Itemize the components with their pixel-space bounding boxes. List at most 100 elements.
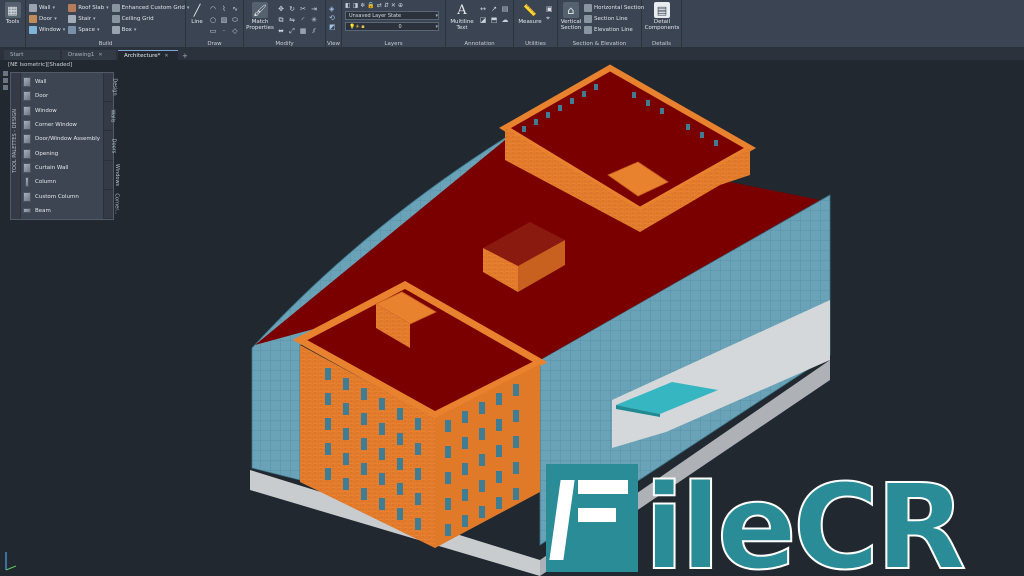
enhanced-custom-grid-button[interactable]: Enhanced Custom Grid ▾ — [111, 3, 189, 13]
tools-panel: ▦ Tools — [0, 0, 26, 48]
door-button[interactable]: Door ▾ — [29, 14, 65, 24]
array-icon[interactable]: ▦ — [298, 26, 308, 36]
utilities-panel: 📏 Measure ▣ ⌖ Utilities — [514, 0, 558, 48]
mirror-icon[interactable]: ⇋ — [287, 15, 297, 25]
roof-slab-button[interactable]: Roof Slab ▾ — [68, 3, 109, 13]
calculator-icon[interactable]: ▣ — [546, 5, 553, 13]
rectangle-icon[interactable]: ▭ — [208, 26, 218, 36]
filecr-watermark-logo: ileCR — [546, 457, 970, 576]
extend-icon[interactable]: ⇥ — [309, 4, 319, 14]
circle-icon[interactable]: ○ — [208, 15, 218, 25]
palette-item-opening[interactable]: Opening — [21, 146, 103, 160]
tab-start[interactable]: Start — [4, 50, 60, 60]
leader-icon[interactable]: ↗ — [489, 4, 499, 14]
table-icon[interactable]: ▤ — [500, 4, 510, 14]
tools-button[interactable]: ▦ Tools — [3, 2, 22, 48]
annotation-panel: A Multiline Text ↔ ↗ ▤ ◪ ⬒ ☁ Annotation — [446, 0, 514, 48]
door-icon — [29, 15, 37, 23]
id-point-icon[interactable]: ⌖ — [546, 14, 553, 23]
section-line-icon — [584, 15, 592, 23]
view-visual-style-icon[interactable]: ◩ — [329, 23, 336, 31]
draw-panel-label: Draw — [207, 41, 222, 47]
spline-icon[interactable]: ∿ — [230, 4, 240, 14]
point-icon[interactable]: · — [219, 26, 229, 36]
ellipse-icon[interactable]: ⬭ — [230, 15, 240, 25]
arc-icon[interactable]: ◠ — [208, 4, 218, 14]
dimension-icon[interactable]: ↔ — [478, 4, 488, 14]
fillet-icon[interactable]: ◜ — [298, 15, 308, 25]
palette-item-beam[interactable]: Beam — [21, 204, 103, 218]
close-icon[interactable]: ✕ — [98, 52, 102, 58]
layer-match-icon[interactable]: ⇄ — [377, 2, 382, 9]
palette-item-door[interactable]: Door — [21, 89, 103, 103]
palette-item-corner-window[interactable]: Corner Window — [21, 118, 103, 132]
copy-icon[interactable]: ⧉ — [276, 15, 286, 25]
palette-item-window[interactable]: Window — [21, 104, 103, 118]
palette-tab-doors[interactable]: Doors — [104, 131, 116, 161]
palette-tab-design[interactable]: Design — [104, 73, 118, 103]
line-icon: ╱ — [193, 3, 201, 17]
close-icon[interactable]: ✕ — [164, 53, 168, 59]
explode-icon[interactable]: ✳ — [309, 15, 319, 25]
trim-icon[interactable]: ✂ — [298, 4, 308, 14]
elevation-line-button[interactable]: Elevation Line — [584, 25, 644, 35]
layers-panel-label: Layers — [384, 41, 403, 47]
section-line-button[interactable]: Section Line — [584, 14, 644, 24]
horizontal-section-button[interactable]: Horizontal Section — [584, 3, 644, 13]
current-layer-select[interactable]: 💡☀ ▪ 0 ▾ — [345, 22, 439, 31]
utilities-panel-label: Utilities — [525, 41, 546, 47]
view-cube-icon[interactable]: ◈ — [329, 5, 336, 13]
rotate-icon[interactable]: ↻ — [287, 4, 297, 14]
tool-palette-tabs: Design Walls Doors Windows Corner... — [103, 73, 120, 220]
text-icon: A — [457, 2, 467, 18]
palette-tab-corner[interactable]: Corner... — [104, 190, 120, 220]
layer-walk-icon[interactable]: ⇵ — [384, 2, 389, 9]
palette-item-column[interactable]: Column — [21, 175, 103, 189]
view-orbit-icon[interactable]: ⟲ — [329, 14, 336, 22]
layer-delete-icon[interactable]: ✕ — [391, 2, 396, 9]
box-button[interactable]: Box ▾ — [111, 25, 190, 35]
column-icon — [25, 177, 29, 188]
region-icon[interactable]: ◇ — [230, 26, 240, 36]
polyline-icon[interactable]: ⌇ — [219, 4, 229, 14]
wall-icon — [23, 77, 31, 88]
wall-icon — [29, 4, 37, 12]
measure-icon: 📏 — [523, 3, 537, 17]
wall-button[interactable]: Wall ▾ — [29, 3, 65, 13]
revision-icon[interactable]: ☁ — [500, 15, 510, 25]
tool-palette-title-strip[interactable]: TOOL PALETTES - DESIGN — [11, 73, 21, 219]
offset-icon[interactable]: ⫽ — [309, 26, 319, 36]
palette-item-door-window-assembly[interactable]: Door/Window Assembly — [21, 132, 103, 146]
view-panel-label: View — [326, 41, 341, 47]
window-button[interactable]: Window ▾ — [29, 25, 65, 35]
space-button[interactable]: Space ▾ — [68, 25, 108, 35]
palette-tab-windows[interactable]: Windows — [104, 161, 120, 190]
layer-properties-icon[interactable]: ◧ — [345, 2, 351, 9]
modify-panel-label: Modify — [275, 41, 294, 47]
chevron-down-icon: ▾ — [435, 12, 438, 19]
palette-item-wall[interactable]: Wall — [21, 75, 103, 89]
palette-item-curtain-wall[interactable]: Curtain Wall — [21, 161, 103, 175]
chevron-down-icon: ▾ — [52, 5, 56, 11]
layer-lock-icon[interactable]: 🔒 — [367, 2, 374, 9]
tag-icon[interactable]: ◪ — [478, 15, 488, 25]
new-tab-button[interactable]: + — [182, 52, 188, 60]
palette-item-custom-column[interactable]: Custom Column — [21, 189, 103, 203]
keynote-icon[interactable]: ⬒ — [489, 15, 499, 25]
ceiling-grid-button[interactable]: Ceiling Grid — [111, 14, 190, 24]
layer-isolate-icon[interactable]: ◨ — [353, 2, 359, 9]
move-icon[interactable]: ✥ — [276, 4, 286, 14]
tab-architecture[interactable]: Architecture* ✕ — [118, 50, 178, 60]
tab-drawing1[interactable]: Drawing1 ✕ — [62, 50, 116, 60]
details-panel: ▤ Detail Components Details — [642, 0, 682, 48]
scale-icon[interactable]: ⤢ — [287, 26, 297, 36]
stretch-icon[interactable]: ⬌ — [276, 26, 286, 36]
layer-freeze-icon[interactable]: ❄ — [360, 2, 365, 9]
stair-button[interactable]: Stair ▾ — [68, 14, 108, 24]
layer-state-select[interactable]: Unsaved Layer State ▾ — [345, 11, 439, 20]
palette-tab-walls[interactable]: Walls — [104, 102, 116, 132]
modify-panel: 🖌 Match Properties ✥ ↻ ✂ ⇥ ⧉ ⇋ ◜ ✳ ⬌ ⤢ ▦ ⫽ Modify — [244, 0, 326, 48]
layer-merge-icon[interactable]: ⊕ — [398, 2, 403, 9]
hatch-icon[interactable]: ▨ — [219, 15, 229, 25]
build-panel: Wall ▾ Door ▾ Window ▾ Roof Slab ▾ Stair ▾ Sp… — [26, 0, 189, 48]
